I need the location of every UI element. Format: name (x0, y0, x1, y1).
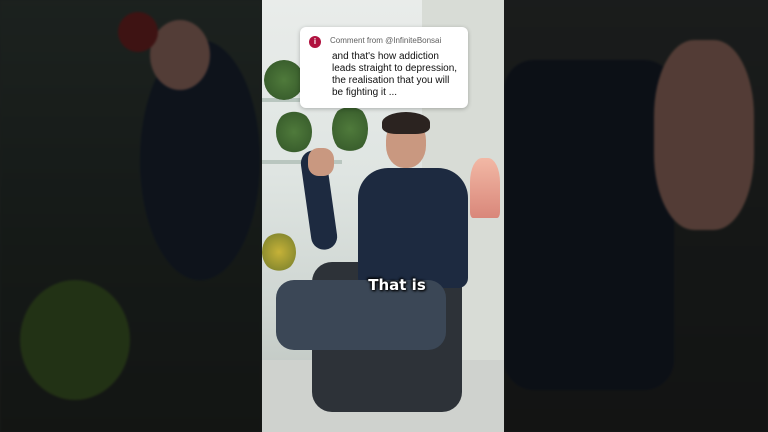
plant (264, 60, 304, 100)
comment-reply-sticker[interactable]: i Comment from @InfiniteBonsai and that'… (300, 27, 468, 108)
person-hoodie (358, 168, 468, 288)
commenter-avatar: i (309, 36, 321, 48)
plant (332, 104, 368, 154)
blurred-background-left (0, 0, 262, 432)
comment-from-label: Comment from @InfiniteBonsai (330, 36, 442, 45)
person-hand (308, 148, 334, 176)
comment-text: and that's how addiction leads straight … (332, 51, 458, 98)
blurred-background-right (504, 0, 768, 432)
person-hair (382, 112, 430, 134)
video-caption: That is (368, 276, 426, 294)
plant (276, 110, 312, 154)
plant (262, 232, 296, 272)
salt-lamp (470, 158, 500, 218)
